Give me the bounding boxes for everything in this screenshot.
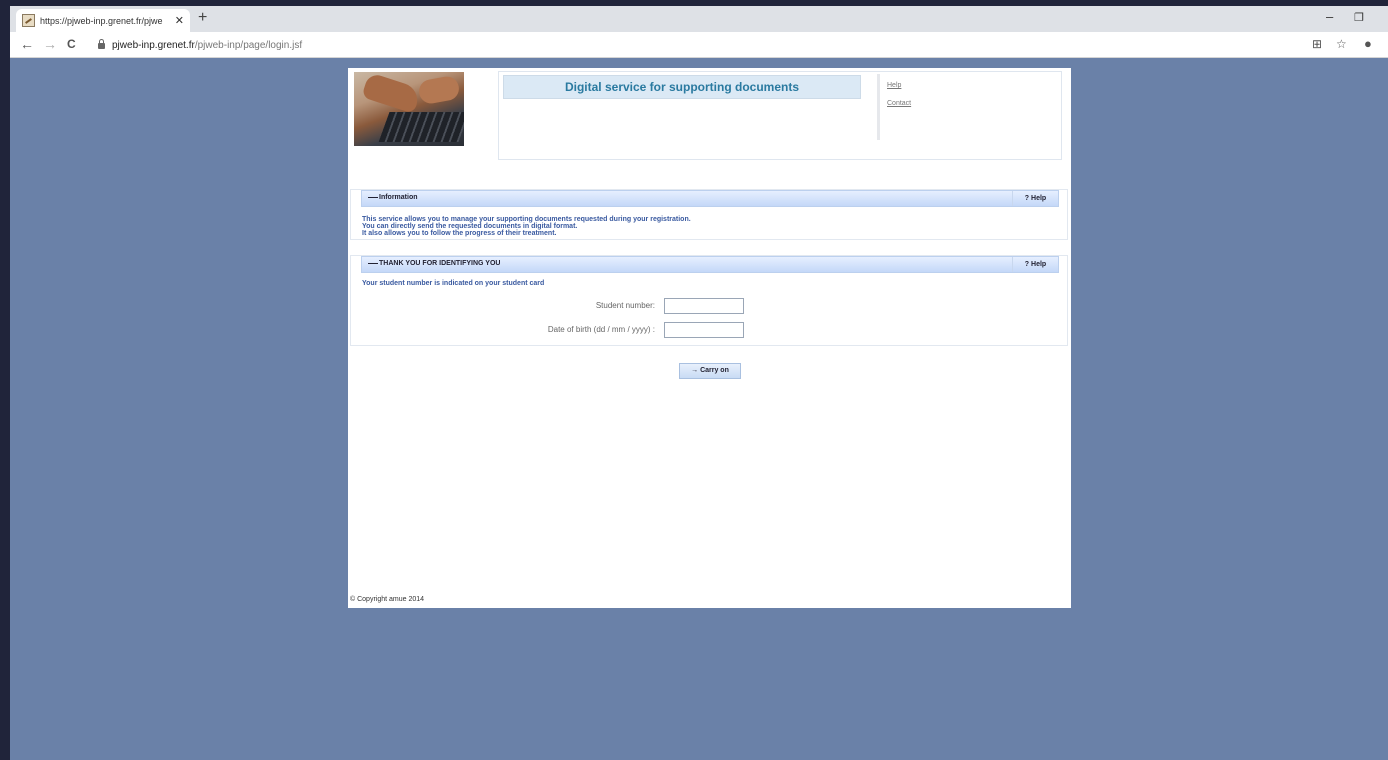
minimize-icon[interactable]: – <box>1326 9 1333 24</box>
profile-icon[interactable]: ● <box>1364 36 1372 51</box>
browser-tab[interactable]: https://pjweb-inp.grenet.fr/pjwe ✕ <box>16 9 190 32</box>
address-toolbar: ← → C pjweb-inp.grenet.fr /pjweb-inp/pag… <box>10 32 1388 58</box>
date-of-birth-input[interactable] <box>664 322 744 338</box>
back-icon[interactable]: ← <box>20 36 34 52</box>
information-line: This service allows you to manage your s… <box>362 216 691 223</box>
lock-icon <box>98 39 105 49</box>
information-text: This service allows you to manage your s… <box>362 216 691 237</box>
help-link[interactable]: Help <box>887 82 901 89</box>
url-path: /pjweb-inp/page/login.jsf <box>194 39 303 51</box>
information-section: — Information ? Help This service allows… <box>350 189 1068 240</box>
header-divider <box>877 74 880 140</box>
address-bar[interactable]: pjweb-inp.grenet.fr /pjweb-inp/page/logi… <box>90 35 1300 55</box>
identify-bar: — THANK YOU FOR IDENTIFYING YOU ? Help <box>361 256 1059 273</box>
translate-icon[interactable]: ⊞ <box>1312 37 1322 51</box>
identify-title: THANK YOU FOR IDENTIFYING YOU <box>379 260 501 267</box>
header-keyboard-image <box>354 72 464 146</box>
header-banner: Digital service for supporting documents… <box>498 71 1062 160</box>
restore-icon[interactable]: ❐ <box>1354 11 1364 24</box>
collapse-icon[interactable]: — <box>368 258 378 269</box>
information-line: It also allows you to follow the progres… <box>362 230 557 237</box>
favicon-icon <box>22 14 35 27</box>
login-page: Digital service for supporting documents… <box>348 68 1071 608</box>
information-title: Information <box>379 194 418 201</box>
carry-on-button[interactable]: → Carry on <box>679 363 741 379</box>
information-line: You can directly send the requested docu… <box>362 223 578 230</box>
forward-icon[interactable]: → <box>43 36 57 52</box>
student-card-hint: Your student number is indicated on your… <box>362 280 545 287</box>
student-number-input[interactable] <box>664 298 744 314</box>
tab-close-icon[interactable]: ✕ <box>175 14 184 27</box>
new-tab-icon[interactable]: + <box>198 9 207 27</box>
date-of-birth-label: Date of birth (dd / mm / yyyy) : <box>547 325 655 334</box>
information-help-button[interactable]: ? Help <box>1012 191 1058 206</box>
identify-help-button[interactable]: ? Help <box>1012 257 1058 272</box>
tab-title: https://pjweb-inp.grenet.fr/pjwe <box>40 15 163 26</box>
information-bar: — Information ? Help <box>361 190 1059 207</box>
url-host: pjweb-inp.grenet.fr <box>112 39 195 51</box>
reload-icon[interactable]: C <box>67 37 76 51</box>
identify-section: — THANK YOU FOR IDENTIFYING YOU ? Help Y… <box>350 255 1068 346</box>
tab-strip: https://pjweb-inp.grenet.fr/pjwe ✕ + – ❐ <box>10 6 1388 32</box>
contact-link[interactable]: Contact <box>887 100 911 107</box>
star-icon[interactable]: ☆ <box>1336 37 1347 51</box>
student-number-label: Student number: <box>595 301 655 310</box>
browser-window: https://pjweb-inp.grenet.fr/pjwe ✕ + – ❐… <box>10 6 1388 760</box>
collapse-icon[interactable]: — <box>368 192 378 203</box>
copyright-text: © Copyright amue 2014 <box>350 596 425 603</box>
page-title: Digital service for supporting documents <box>503 75 861 99</box>
